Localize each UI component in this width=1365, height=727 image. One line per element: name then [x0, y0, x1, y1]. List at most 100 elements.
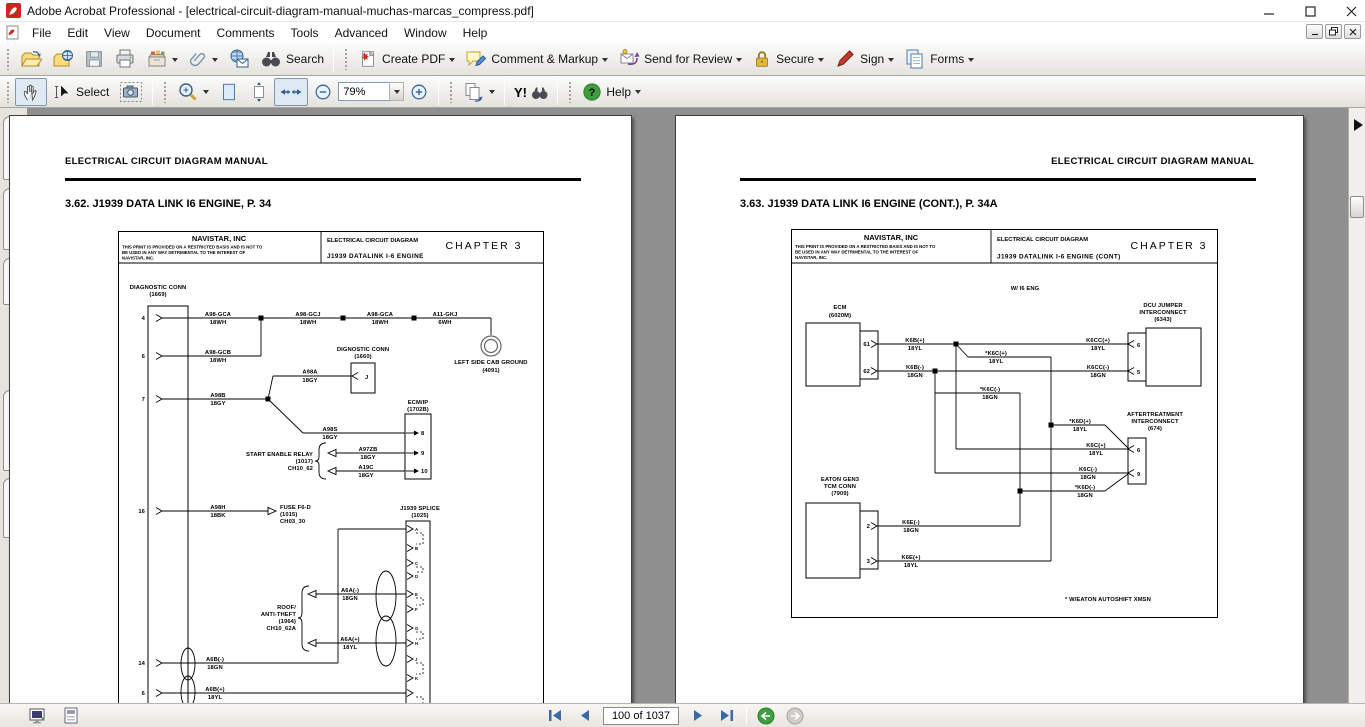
page-display-caret[interactable] — [489, 90, 495, 97]
attach-button[interactable] — [183, 45, 223, 73]
open-arrow — [308, 591, 316, 598]
menu-comments[interactable]: Comments — [209, 24, 283, 42]
connector-id: (1669) — [149, 292, 166, 298]
forms-button[interactable]: Forms — [899, 45, 979, 73]
menu-tools[interactable]: Tools — [283, 24, 327, 42]
toolbar-grip[interactable] — [163, 81, 168, 103]
zoom-tool-caret[interactable] — [203, 90, 209, 97]
menu-edit[interactable]: Edit — [59, 24, 96, 42]
search-button[interactable]: Search — [255, 45, 329, 73]
svg-text:(6020M): (6020M) — [829, 313, 851, 319]
create-pdf-button[interactable]: Create PDF — [353, 45, 460, 73]
toolbar-grip[interactable] — [449, 81, 454, 103]
create-pdf-caret[interactable] — [449, 58, 455, 65]
fuse-arrow — [268, 508, 276, 515]
svg-text:18WH: 18WH — [372, 320, 389, 326]
close-button[interactable] — [1346, 6, 1357, 17]
snapshot-button[interactable] — [114, 78, 148, 106]
menu-document[interactable]: Document — [138, 24, 209, 42]
forms-caret[interactable] — [968, 58, 974, 65]
previous-view-button[interactable] — [756, 706, 776, 725]
search-binoculars-icon — [260, 48, 282, 70]
svg-text:A11-GKJ: A11-GKJ — [433, 312, 458, 318]
menu-help[interactable]: Help — [455, 24, 496, 42]
svg-text:18GN: 18GN — [982, 395, 998, 401]
menu-window[interactable]: Window — [396, 24, 455, 42]
send-review-button[interactable]: Send for Review — [613, 45, 747, 73]
fuse-callout: FUSE F6-D (1015) CH03_30 — [280, 505, 311, 525]
reading-mode-icon[interactable] — [28, 706, 48, 726]
menu-view[interactable]: View — [96, 24, 138, 42]
send-review-caret[interactable] — [736, 58, 742, 65]
comment-markup-button[interactable]: Comment & Markup — [460, 45, 613, 73]
create-pdf-icon — [358, 48, 378, 70]
zoom-in-button[interactable] — [404, 78, 434, 106]
comment-markup-caret[interactable] — [602, 58, 608, 65]
menu-file[interactable]: File — [24, 24, 59, 42]
minimize-button[interactable] — [1264, 6, 1275, 17]
vertical-scrollbar[interactable] — [1348, 108, 1365, 703]
save-button[interactable] — [79, 45, 109, 73]
svg-text:CH10_62A: CH10_62A — [267, 626, 297, 632]
sign-caret[interactable] — [888, 58, 894, 65]
sign-button[interactable]: Sign — [829, 45, 899, 73]
toolbar-grip[interactable] — [344, 48, 349, 70]
help-caret[interactable] — [635, 90, 641, 97]
page-display-button[interactable] — [458, 78, 500, 106]
pane-toggle-button[interactable] — [1351, 118, 1364, 132]
fit-width-button[interactable] — [274, 78, 308, 106]
menu-advanced[interactable]: Advanced — [327, 24, 396, 42]
organizer-dropdown-caret[interactable] — [172, 58, 178, 65]
hand-tool-button[interactable] — [15, 78, 47, 106]
printer-icon — [114, 48, 136, 70]
next-page-button[interactable] — [688, 706, 708, 725]
previous-page-button[interactable] — [574, 706, 594, 725]
page-number-field[interactable] — [603, 707, 679, 725]
svg-text:14: 14 — [138, 661, 145, 667]
zoom-level-caret[interactable] — [389, 82, 404, 101]
fit-height-button[interactable] — [244, 78, 274, 106]
toolbar-grip[interactable] — [6, 48, 11, 70]
toolbar-grip[interactable] — [568, 81, 573, 103]
email-button[interactable] — [223, 45, 255, 73]
svg-text:18GY: 18GY — [302, 378, 317, 384]
secure-caret[interactable] — [818, 58, 824, 65]
select-tool-button[interactable]: Select — [47, 78, 114, 106]
mdi-restore-button[interactable] — [1325, 24, 1342, 39]
fit-page-button[interactable] — [214, 78, 244, 106]
svg-text:EATON GEN3: EATON GEN3 — [821, 477, 860, 483]
organizer-button[interactable] — [141, 45, 183, 73]
marquee-zoom-button[interactable] — [172, 78, 214, 106]
first-page-button[interactable] — [545, 706, 565, 725]
mdi-minimize-button[interactable] — [1306, 24, 1323, 39]
header-rule — [65, 178, 581, 181]
svg-text:18YL: 18YL — [343, 645, 358, 651]
title-block-chapter: CHAPTER 3 — [446, 240, 523, 252]
attach-dropdown-caret[interactable] — [212, 58, 218, 65]
zoom-level-field[interactable] — [338, 82, 390, 101]
print-button[interactable] — [109, 45, 141, 73]
svg-text:K6CC(+): K6CC(+) — [1086, 338, 1110, 344]
single-page-layout-icon[interactable] — [62, 706, 80, 726]
mdi-close-button[interactable] — [1344, 24, 1361, 39]
svg-text:ANTI-THEFT: ANTI-THEFT — [261, 612, 296, 618]
title-bar: Adobe Acrobat Professional - [electrical… — [0, 0, 1365, 22]
open-button[interactable] — [15, 45, 47, 73]
circuit-diagram-right: NAVISTAR, INC THIS PRINT IS PROVIDED ON … — [791, 229, 1218, 618]
open-web-button[interactable] — [47, 45, 79, 73]
toolbar-grip[interactable] — [6, 81, 11, 103]
svg-text:18YL: 18YL — [1073, 427, 1088, 433]
secure-button[interactable]: Secure — [747, 45, 829, 73]
svg-text:A19C: A19C — [358, 465, 374, 471]
next-view-button[interactable] — [785, 706, 805, 725]
yahoo-search-button[interactable]: Y! — [509, 78, 553, 106]
maximize-button[interactable] — [1305, 6, 1316, 17]
zoom-out-button[interactable] — [308, 78, 338, 106]
scrollbar-thumb[interactable] — [1350, 196, 1364, 218]
last-page-button[interactable] — [717, 706, 737, 725]
help-button[interactable]: ? Help — [577, 78, 646, 106]
footnote: * W/EATON AUTOSHIFT XMSN — [1065, 597, 1151, 603]
statusbar-separator — [746, 707, 747, 725]
splice-pin-letters: A B C D E F G H J K — [415, 527, 419, 681]
svg-text:J: J — [365, 375, 368, 381]
